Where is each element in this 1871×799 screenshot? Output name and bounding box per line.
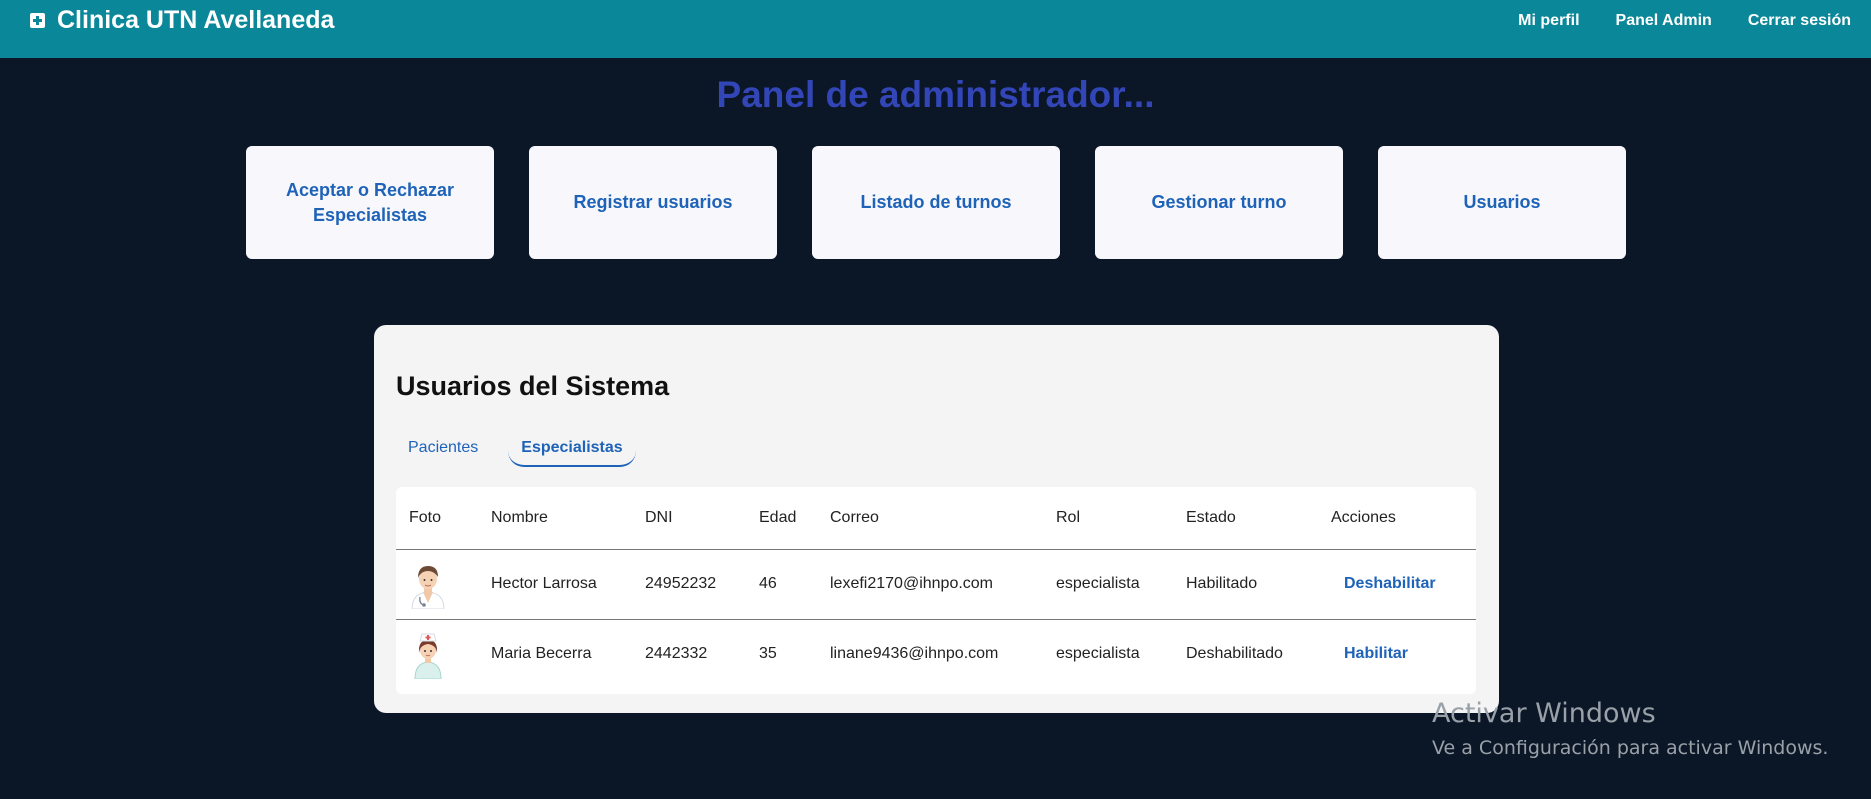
column-header: Foto [396,487,478,550]
estado-cell: Deshabilitado [1186,644,1283,662]
table-row: Hector Larrosa 24952232 46 lexefi2170@ih… [396,549,1476,620]
appointments-list-card[interactable]: Listado de turnos [812,146,1060,259]
nombre-cell: Hector Larrosa [478,549,632,620]
watermark-title: Activar Windows [1432,698,1656,729]
nav-mi-perfil-link[interactable]: Mi perfil [1518,12,1579,30]
page-title: Panel de administrador... [716,74,1155,115]
register-users-card[interactable]: Registrar usuarios [529,146,777,259]
top-navbar: Clinica UTN Avellaneda Mi perfil Panel A… [0,0,1871,58]
column-header: Estado [1173,487,1318,550]
disable-user-button[interactable]: Deshabilitar [1331,575,1436,592]
main-nav: Mi perfil Panel Admin Cerrar sesión [1482,12,1851,30]
nav-cerrar-sesion-link[interactable]: Cerrar sesión [1748,12,1851,30]
medical-cross-icon [30,13,45,28]
nombre-cell: Maria Becerra [491,644,592,662]
admin-actions: Aceptar o Rechazar Especialistas Registr… [246,146,1626,259]
male-doctor-avatar-icon [411,566,445,609]
edad-cell: 46 [746,549,817,620]
enable-user-button[interactable]: Habilitar [1331,645,1408,662]
table-row: Maria Becerra 2442332 35 linane9436@ihnp… [396,619,1476,688]
column-header: Correo [817,487,1043,550]
manage-appointment-card[interactable]: Gestionar turno [1095,146,1343,259]
rol-cell: especialista [1056,644,1140,662]
column-header: Edad [746,487,817,550]
correo-cell: linane9436@ihnpo.com [830,644,999,662]
photo-cell [396,549,478,620]
column-header: Rol [1043,487,1173,550]
dni-cell: 2442332 [645,644,708,662]
users-table-container: Foto Nombre DNI Edad Correo Rol Estado A… [396,487,1476,694]
female-nurse-avatar-icon [414,633,442,679]
column-header: Nombre [478,487,632,550]
edad-cell: 35 [759,644,777,662]
correo-cell: lexefi2170@ihnpo.com [817,549,1043,620]
users-table: Foto Nombre DNI Edad Correo Rol Estado A… [396,487,1476,688]
users-panel: Usuarios del Sistema Pacientes Especiali… [374,325,1499,713]
dni-cell: 24952232 [632,549,746,620]
app-title: Clinica UTN Avellaneda [57,6,335,34]
table-header-row: Foto Nombre DNI Edad Correo Rol Estado A… [396,487,1476,550]
nav-panel-admin-link[interactable]: Panel Admin [1616,12,1712,30]
users-panel-title: Usuarios del Sistema [396,371,670,401]
tab-especialistas[interactable]: Especialistas [508,433,636,467]
column-header: Acciones [1318,487,1476,550]
rol-cell: especialista [1043,549,1173,620]
photo-cell [396,619,478,688]
watermark-subtitle: Ve a Configuración para activar Windows. [1432,737,1829,759]
estado-cell: Habilitado [1173,549,1318,620]
column-header: DNI [632,487,746,550]
accept-reject-specialists-card[interactable]: Aceptar o Rechazar Especialistas [246,146,494,259]
windows-activation-watermark: Activar Windows Ve a Configuración para … [1432,698,1828,759]
users-card[interactable]: Usuarios [1378,146,1626,259]
user-type-tabs: Pacientes Especialistas [396,433,636,467]
acciones-cell: Deshabilitar [1318,549,1476,620]
acciones-cell: Habilitar [1318,619,1476,688]
tab-pacientes[interactable]: Pacientes [396,433,490,467]
brand[interactable]: Clinica UTN Avellaneda [30,6,334,35]
